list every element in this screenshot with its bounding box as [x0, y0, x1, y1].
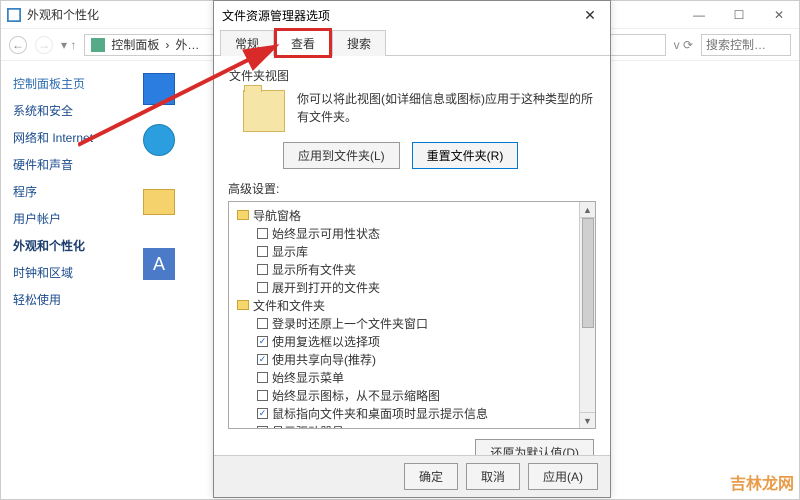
scroll-down-button[interactable]: ▼: [580, 412, 595, 428]
folder-views-desc: 你可以将此视图(如详细信息或图标)应用于这种类型的所有文件夹。: [297, 90, 595, 126]
search-input[interactable]: [701, 34, 791, 56]
checkbox[interactable]: [257, 282, 268, 293]
checkbox[interactable]: [257, 246, 268, 257]
dialog-close-button[interactable]: ✕: [578, 7, 602, 24]
tree-item-label: 登录时还原上一个文件夹窗口: [272, 315, 428, 332]
maximize-button[interactable]: ☐: [725, 8, 753, 22]
apply-button[interactable]: 应用(A): [528, 463, 598, 490]
sidebar-item[interactable]: 系统和安全: [13, 102, 119, 119]
window-icon: [7, 8, 21, 22]
checkbox[interactable]: ✓: [257, 354, 268, 365]
tree-item-label: 使用复选框以选择项: [272, 333, 380, 350]
control-panel-icon: [91, 38, 105, 52]
category-icon-fonts: A: [143, 248, 175, 280]
minimize-button[interactable]: —: [685, 8, 713, 22]
folder-icon: [237, 300, 249, 310]
close-button[interactable]: ✕: [765, 8, 793, 22]
dialog-content: 文件夹视图 你可以将此视图(如详细信息或图标)应用于这种类型的所有文件夹。 应用…: [214, 56, 610, 466]
tree-checkbox-item[interactable]: 始终显示菜单: [231, 368, 577, 386]
forward-button[interactable]: →: [35, 36, 53, 54]
tree-checkbox-item[interactable]: 展开到打开的文件夹: [231, 278, 577, 296]
folder-views-label: 文件夹视图: [229, 67, 595, 84]
sidebar-item[interactable]: 轻松使用: [13, 291, 119, 308]
tree-item-label: 文件和文件夹: [253, 297, 325, 314]
checkbox[interactable]: [257, 390, 268, 401]
checkbox[interactable]: ✓: [257, 336, 268, 347]
breadcrumb-current: 外…: [175, 36, 199, 53]
folder-options-dialog: 文件资源管理器选项 ✕ 常规 查看 搜索 文件夹视图 你可以将此视图(如详细信息…: [213, 0, 611, 498]
tab-general[interactable]: 常规: [220, 30, 274, 56]
tree-item-label: 始终显示菜单: [272, 369, 344, 386]
checkbox[interactable]: [257, 264, 268, 275]
back-button[interactable]: ←: [9, 36, 27, 54]
tab-search[interactable]: 搜索: [332, 30, 386, 56]
checkbox[interactable]: [257, 372, 268, 383]
reset-folders-button[interactable]: 重置文件夹(R): [412, 142, 519, 169]
tree-checkbox-item[interactable]: ✓ 鼠标指向文件夹和桌面项时显示提示信息: [231, 404, 577, 422]
scroll-thumb[interactable]: [582, 218, 594, 328]
advanced-settings-label: 高级设置:: [228, 180, 596, 197]
scroll-up-button[interactable]: ▲: [580, 202, 595, 218]
category-icon-ease: [143, 124, 175, 156]
tree-checkbox-item[interactable]: 始终显示可用性状态: [231, 224, 577, 242]
tree-item-label: 显示库: [272, 243, 308, 260]
tree-checkbox-item[interactable]: ✓ 使用复选框以选择项: [231, 332, 577, 350]
tab-view[interactable]: 查看: [276, 30, 330, 56]
ok-button[interactable]: 确定: [404, 463, 458, 490]
advanced-settings-box: 导航窗格始终显示可用性状态显示库显示所有文件夹展开到打开的文件夹文件和文件夹登录…: [228, 201, 596, 429]
dialog-titlebar: 文件资源管理器选项 ✕: [214, 1, 610, 29]
checkbox[interactable]: ✓: [257, 408, 268, 419]
window-buttons: — ☐ ✕: [685, 8, 793, 22]
checkbox[interactable]: [257, 318, 268, 329]
folder-views-group: 文件夹视图 你可以将此视图(如详细信息或图标)应用于这种类型的所有文件夹。 应用…: [228, 66, 596, 170]
sidebar-item[interactable]: 用户帐户: [13, 210, 119, 227]
folder-icon: [243, 90, 285, 132]
tree-checkbox-item[interactable]: ✓ 显示驱动器号: [231, 422, 577, 428]
tree-item-label: 展开到打开的文件夹: [272, 279, 380, 296]
tree-checkbox-item[interactable]: 显示所有文件夹: [231, 260, 577, 278]
sidebar-heading: 控制面板主页: [13, 75, 119, 92]
tree-folder[interactable]: 文件和文件夹: [231, 296, 577, 314]
sidebar-item[interactable]: 硬件和声音: [13, 156, 119, 173]
up-button[interactable]: ▾ ↑: [61, 38, 76, 52]
checkbox[interactable]: ✓: [257, 426, 268, 429]
scrollbar[interactable]: ▲ ▼: [579, 202, 595, 428]
tree-item-label: 使用共享向导(推荐): [272, 351, 376, 368]
folder-icon: [237, 210, 249, 220]
advanced-settings-tree[interactable]: 导航窗格始终显示可用性状态显示库显示所有文件夹展开到打开的文件夹文件和文件夹登录…: [229, 202, 579, 428]
tree-item-label: 显示驱动器号: [272, 423, 344, 429]
dialog-title: 文件资源管理器选项: [222, 7, 578, 24]
sidebar-item[interactable]: 外观和个性化: [13, 237, 119, 254]
category-icon-folder: [143, 189, 175, 215]
tabstrip: 常规 查看 搜索: [214, 29, 610, 56]
tree-item-label: 始终显示图标，从不显示缩略图: [272, 387, 440, 404]
sidebar-item[interactable]: 网络和 Internet: [13, 129, 119, 146]
tree-checkbox-item[interactable]: 始终显示图标，从不显示缩略图: [231, 386, 577, 404]
sidebar-item[interactable]: 程序: [13, 183, 119, 200]
tree-checkbox-item[interactable]: 登录时还原上一个文件夹窗口: [231, 314, 577, 332]
breadcrumb-root: 控制面板: [111, 36, 159, 53]
tree-folder[interactable]: 导航窗格: [231, 206, 577, 224]
tree-item-label: 鼠标指向文件夹和桌面项时显示提示信息: [272, 405, 488, 422]
cancel-button[interactable]: 取消: [466, 463, 520, 490]
checkbox[interactable]: [257, 228, 268, 239]
tree-checkbox-item[interactable]: 显示库: [231, 242, 577, 260]
refresh-button[interactable]: v ⟳: [674, 38, 693, 52]
tree-checkbox-item[interactable]: ✓ 使用共享向导(推荐): [231, 350, 577, 368]
apply-to-folders-button[interactable]: 应用到文件夹(L): [283, 142, 400, 169]
tree-item-label: 始终显示可用性状态: [272, 225, 380, 242]
sidebar: 控制面板主页 系统和安全网络和 Internet 硬件和声音程序用户帐户外观和个性…: [1, 61, 131, 499]
watermark: 吉林龙网: [730, 470, 794, 494]
tree-item-label: 导航窗格: [253, 207, 301, 224]
sidebar-item[interactable]: 时钟和区域: [13, 264, 119, 281]
tree-item-label: 显示所有文件夹: [272, 261, 356, 278]
dialog-footer: 确定 取消 应用(A): [214, 455, 610, 497]
category-icon-display: [143, 73, 175, 105]
